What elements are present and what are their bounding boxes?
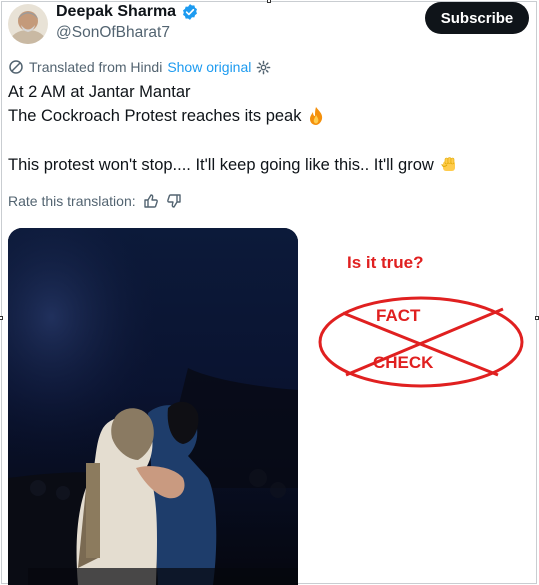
- raised-fist-emoji-icon: [441, 157, 455, 171]
- fact-check-stamp-icon: [318, 296, 524, 388]
- rate-label: Rate this translation:: [8, 193, 136, 209]
- tweet-text: At 2 AM at Jantar Mantar The Cockroach P…: [8, 80, 459, 177]
- fact-check-question: Is it true?: [347, 253, 424, 272]
- resize-handle-left[interactable]: [0, 316, 3, 320]
- verified-badge-icon: [183, 4, 198, 20]
- show-original-link[interactable]: Show original: [167, 59, 251, 75]
- video-player[interactable]: [8, 228, 298, 585]
- thumbs-up-icon[interactable]: [143, 193, 159, 209]
- resize-handle-right[interactable]: [535, 316, 539, 320]
- check-label: CHECK: [373, 353, 434, 372]
- video-frame-image: [8, 228, 298, 585]
- translate-icon: [9, 60, 23, 74]
- tweet-line-3: This protest won't stop.... It'll keep g…: [8, 156, 434, 174]
- tweet-line-1: At 2 AM at Jantar Mantar: [8, 83, 191, 101]
- subscribe-button[interactable]: Subscribe: [425, 2, 529, 34]
- gear-icon[interactable]: [256, 60, 271, 75]
- resize-handle-top[interactable]: [267, 0, 271, 3]
- author-handle[interactable]: @SonOfBharat7: [56, 24, 170, 42]
- translation-info: Translated from Hindi Show original: [8, 59, 271, 75]
- avatar[interactable]: [8, 4, 48, 44]
- fire-emoji-icon: [310, 107, 323, 125]
- fact-label: FACT: [376, 306, 421, 325]
- translated-label: Translated from Hindi: [29, 59, 163, 75]
- author-name-row: Deepak Sharma: [56, 3, 199, 21]
- tweet-line-2: The Cockroach Protest reaches its peak: [8, 107, 302, 125]
- rate-translation: Rate this translation:: [8, 193, 182, 209]
- thumbs-down-icon[interactable]: [166, 193, 182, 209]
- author-name[interactable]: Deepak Sharma: [56, 3, 176, 21]
